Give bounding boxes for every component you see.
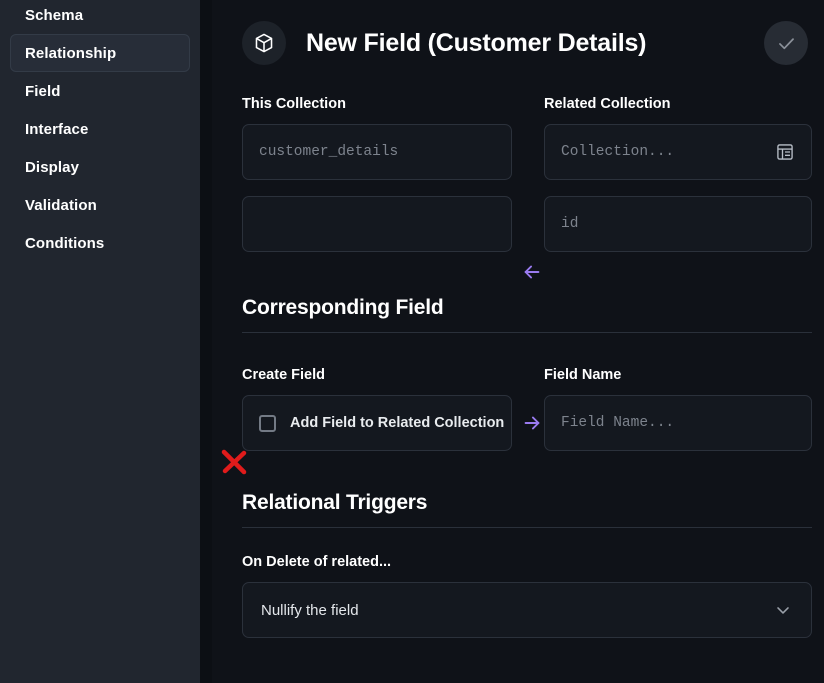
this-collection-field-input[interactable] <box>242 196 512 252</box>
sidebar-item-interface[interactable]: Interface <box>10 110 190 148</box>
field-settings-window: Schema Relationship Field Interface Disp… <box>0 0 824 683</box>
checkbox-label: Add Field to Related Collection <box>290 415 504 431</box>
this-collection-value: customer_details <box>259 144 398 160</box>
sidebar-item-label: Conditions <box>25 235 104 252</box>
settings-sidebar: Schema Relationship Field Interface Disp… <box>0 0 200 683</box>
this-collection-input[interactable]: customer_details <box>242 124 512 180</box>
corresponding-field-fields: Create Field Field Name Add Field to Rel… <box>242 367 812 451</box>
main-panel: New Field (Customer Details) This Collec… <box>212 0 824 683</box>
related-collection-input[interactable]: Collection... <box>544 124 812 180</box>
panel-header: New Field (Customer Details) <box>242 0 812 80</box>
on-delete-select[interactable]: Nullify the field <box>242 582 812 638</box>
box-cube-icon <box>242 21 286 65</box>
sidebar-scrollbar[interactable] <box>196 0 200 683</box>
sidebar-item-conditions[interactable]: Conditions <box>10 224 190 262</box>
field-name-input[interactable]: Field Name... <box>544 395 812 451</box>
create-field-label: Create Field <box>242 367 512 383</box>
sidebar-item-label: Field <box>25 83 61 100</box>
sidebar-item-label: Relationship <box>25 45 116 62</box>
sidebar-item-display[interactable]: Display <box>10 148 190 186</box>
sidebar-item-label: Schema <box>25 7 83 24</box>
field-name-placeholder: Field Name... <box>561 415 674 431</box>
relationship-fields: This Collection Related Collection custo… <box>242 96 812 252</box>
related-field-placeholder: id <box>561 216 578 232</box>
field-name-label: Field Name <box>544 367 812 383</box>
section-divider <box>242 527 812 528</box>
field-row-spacer <box>544 180 812 196</box>
sidebar-item-label: Display <box>25 159 79 176</box>
arrow-right-icon <box>518 409 546 437</box>
save-button[interactable] <box>764 21 808 65</box>
on-delete-value: Nullify the field <box>261 602 359 619</box>
related-field-input[interactable]: id <box>544 196 812 252</box>
sidebar-item-label: Interface <box>25 121 88 138</box>
chevron-down-icon[interactable] <box>773 600 793 620</box>
on-delete-label: On Delete of related... <box>242 554 812 570</box>
checkbox-box-icon[interactable] <box>259 415 276 432</box>
field-row-spacer <box>242 180 512 196</box>
arrow-left-icon <box>518 258 546 286</box>
sidebar-item-label: Validation <box>25 197 97 214</box>
related-collection-placeholder: Collection... <box>561 144 674 160</box>
section-divider <box>242 332 812 333</box>
list-table-icon[interactable] <box>775 142 795 162</box>
sidebar-item-schema[interactable]: Schema <box>10 0 190 34</box>
this-collection-label: This Collection <box>242 96 512 112</box>
page-title: New Field (Customer Details) <box>306 29 646 58</box>
corresponding-field-title: Corresponding Field <box>242 296 812 332</box>
sidebar-item-validation[interactable]: Validation <box>10 186 190 224</box>
relational-triggers-title: Relational Triggers <box>242 491 812 527</box>
related-collection-label: Related Collection <box>544 96 812 112</box>
sidebar-item-field[interactable]: Field <box>10 72 190 110</box>
sidebar-item-relationship[interactable]: Relationship <box>10 34 190 72</box>
relational-triggers-section: Relational Triggers On Delete of related… <box>242 491 812 638</box>
corresponding-field-section: Corresponding Field Create Field Field N… <box>242 296 812 451</box>
sidebar-main-divider <box>200 0 212 683</box>
add-field-to-related-collection-checkbox[interactable]: Add Field to Related Collection <box>242 395 512 451</box>
